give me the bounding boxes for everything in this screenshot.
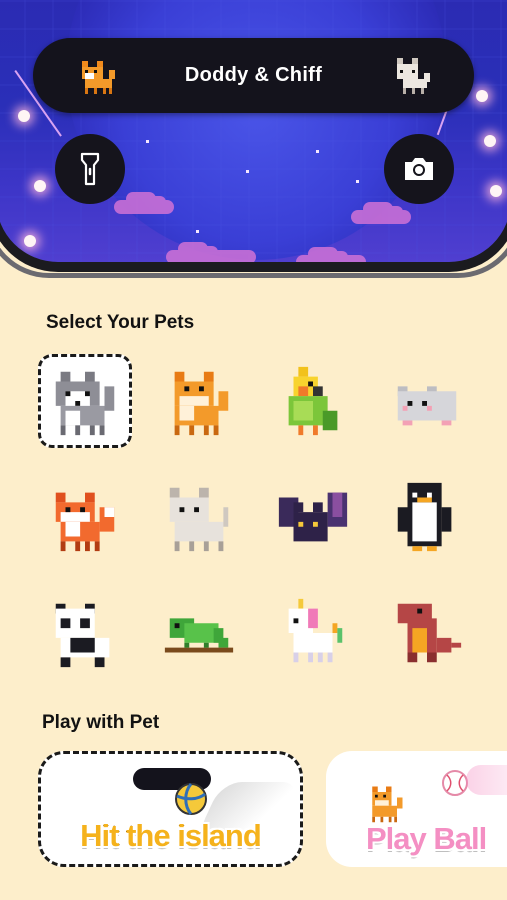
pet-option-husky[interactable] <box>38 354 132 448</box>
shiba-icon <box>82 61 115 94</box>
flashlight-button[interactable] <box>55 134 125 204</box>
pet-option-bat[interactable] <box>266 470 360 564</box>
volleyball-icon <box>175 783 207 815</box>
flashlight-icon <box>80 152 100 186</box>
white-cat-icon <box>169 487 229 552</box>
shiba-icon <box>174 371 229 436</box>
chameleon-icon <box>164 618 234 653</box>
select-pets-heading: Select Your Pets <box>46 312 195 333</box>
play-with-pet-heading: Play with Pet <box>42 712 160 733</box>
cloud <box>114 192 174 214</box>
camera-icon <box>405 158 433 180</box>
island-title: Doddy & Chiff <box>184 64 323 86</box>
husky-icon <box>55 371 115 436</box>
unicorn-icon <box>288 598 343 663</box>
parrot-icon <box>288 366 338 436</box>
fairy-light <box>484 135 496 147</box>
hamster-icon <box>397 386 457 426</box>
fairy-light <box>476 90 488 102</box>
game-card-hit-island[interactable]: Hit the island <box>38 751 303 867</box>
pet-option-unicorn[interactable] <box>266 586 360 680</box>
white-cat-icon <box>397 58 430 94</box>
fox-icon <box>55 492 115 552</box>
panda-icon <box>55 603 110 668</box>
pet-option-hamster[interactable] <box>380 354 474 448</box>
camera-button[interactable] <box>384 134 454 204</box>
pet-option-white-cat[interactable] <box>152 470 246 564</box>
play-ball-label: Play Ball <box>366 821 488 857</box>
pet-option-parrot[interactable] <box>266 354 360 448</box>
pets-grid <box>38 354 478 680</box>
pet-option-penguin[interactable] <box>380 470 474 564</box>
pet-option-dinosaur[interactable] <box>380 586 474 680</box>
pet-option-shiba[interactable] <box>152 354 246 448</box>
fairy-light <box>18 110 30 122</box>
baseball-icon <box>442 770 468 796</box>
dynamic-island[interactable]: Doddy & Chiff <box>33 38 474 113</box>
pet-option-chameleon[interactable] <box>152 586 246 680</box>
dinosaur-icon <box>397 603 462 663</box>
pet-option-fox[interactable] <box>38 470 132 564</box>
hit-island-label: Hit the island <box>80 818 263 854</box>
shiba-icon <box>372 786 403 823</box>
game-card-play-ball[interactable]: Play Ball <box>326 751 507 867</box>
fairy-light <box>490 185 502 197</box>
penguin-icon <box>397 482 452 552</box>
pet-option-panda[interactable] <box>38 586 132 680</box>
fairy-light <box>34 180 46 192</box>
bat-icon <box>278 492 348 542</box>
